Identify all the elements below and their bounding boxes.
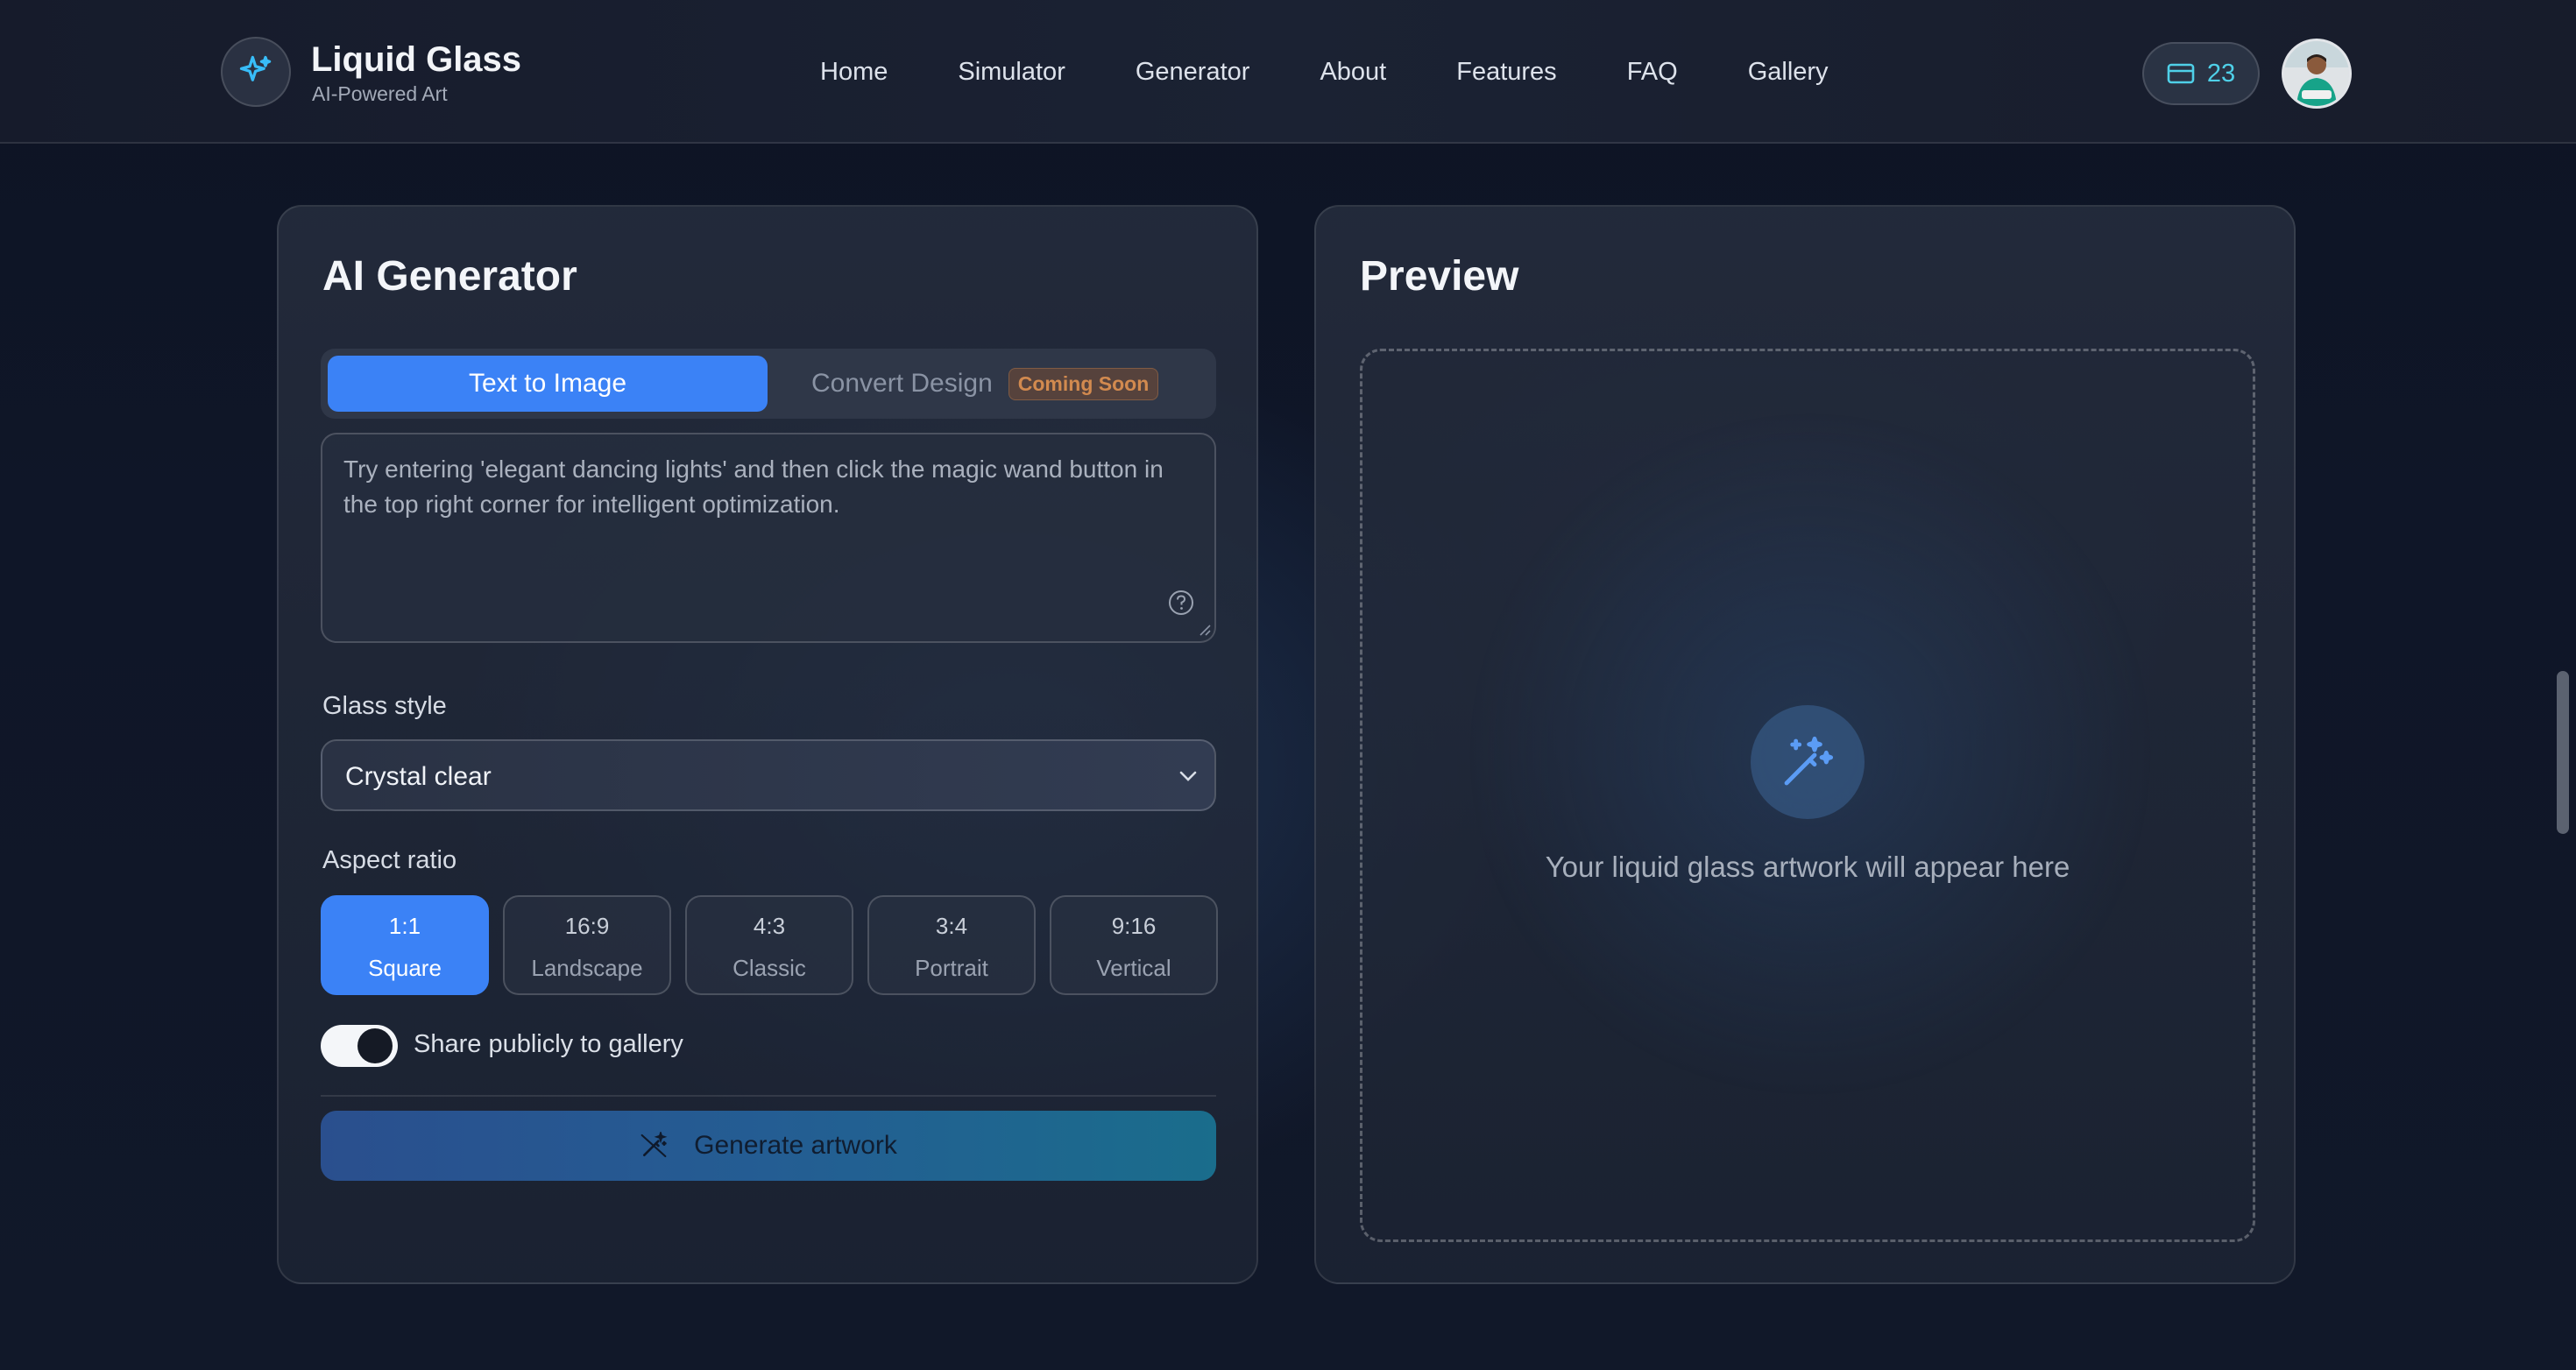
ratio-option-square[interactable]: 1:1 Square <box>321 895 489 995</box>
generate-label: Generate artwork <box>694 1131 897 1160</box>
coming-soon-badge: Coming Soon <box>1008 367 1159 400</box>
ratio-name: Square <box>368 955 442 981</box>
magic-wand-icon <box>640 1132 668 1158</box>
help-circle-icon[interactable] <box>1167 589 1195 617</box>
resize-handle-icon[interactable] <box>1197 622 1211 636</box>
ratio-option-classic[interactable]: 4:3 Classic <box>685 895 853 995</box>
nav-home[interactable]: Home <box>820 58 888 87</box>
logo[interactable] <box>221 37 291 107</box>
nav-generator[interactable]: Generator <box>1136 58 1250 87</box>
prompt-input[interactable] <box>321 433 1216 643</box>
sparkle-icon <box>239 55 272 81</box>
credits-button[interactable]: 23 <box>2142 42 2260 105</box>
ratio-name: Classic <box>732 955 806 981</box>
magic-wand-icon <box>1784 736 1834 786</box>
ratio-value: 3:4 <box>935 913 968 939</box>
credit-card-icon <box>2167 63 2195 84</box>
ratio-value: 4:3 <box>753 913 786 939</box>
ratio-name: Portrait <box>915 955 988 981</box>
glass-style-select[interactable]: Crystal clear <box>321 739 1216 811</box>
nav-simulator[interactable]: Simulator <box>958 58 1065 87</box>
credits-count: 23 <box>2206 59 2236 88</box>
ratio-value: 1:1 <box>388 913 421 939</box>
nav-faq[interactable]: FAQ <box>1627 58 1678 87</box>
generate-artwork-button[interactable]: Generate artwork <box>321 1111 1216 1181</box>
nav-features[interactable]: Features <box>1456 58 1556 87</box>
aspect-ratio-label: Aspect ratio <box>322 846 457 874</box>
generator-panel: AI Generator Text to Image Convert Desig… <box>277 205 1258 1284</box>
nav-about[interactable]: About <box>1320 58 1386 87</box>
ratio-value: 9:16 <box>1111 913 1157 939</box>
brand-subtitle: AI-Powered Art <box>312 82 448 105</box>
preview-panel: Preview Your liquid glass artwork will a… <box>1314 205 2296 1284</box>
top-navbar: Liquid Glass AI-Powered Art Home Simulat… <box>0 0 2576 144</box>
divider <box>321 1095 1216 1097</box>
avatar[interactable] <box>2282 39 2352 109</box>
ratio-value: 16:9 <box>564 913 610 939</box>
ratio-option-vertical[interactable]: 9:16 Vertical <box>1050 895 1218 995</box>
nav-gallery[interactable]: Gallery <box>1748 58 1829 87</box>
ratio-name: Landscape <box>531 955 643 981</box>
preview-title: Preview <box>1360 253 1519 300</box>
ratio-option-landscape[interactable]: 16:9 Landscape <box>503 895 671 995</box>
generator-title: AI Generator <box>322 253 577 300</box>
chevron-down-icon <box>1179 771 1197 781</box>
preview-icon-container <box>1751 705 1865 819</box>
page-scrollbar[interactable] <box>2557 671 2569 834</box>
tab-convert-design[interactable]: Convert Design Coming Soon <box>811 356 1159 412</box>
glass-style-value: Crystal clear <box>345 762 492 791</box>
preview-empty-text: Your liquid glass artwork will appear he… <box>1545 851 2070 883</box>
tab-text-to-image[interactable]: Text to Image <box>328 356 768 412</box>
brand-title[interactable]: Liquid Glass <box>311 40 521 80</box>
glass-style-label: Glass style <box>322 692 447 720</box>
tab-convert-design-label: Convert Design <box>811 369 993 398</box>
toggle-knob <box>357 1028 393 1063</box>
share-label: Share publicly to gallery <box>414 1030 683 1058</box>
share-toggle[interactable] <box>321 1025 398 1067</box>
user-avatar-icon <box>2284 41 2349 106</box>
ratio-name: Vertical <box>1096 955 1171 981</box>
mode-tabs: Text to Image Convert Design Coming Soon <box>321 349 1216 419</box>
ratio-option-portrait[interactable]: 3:4 Portrait <box>867 895 1036 995</box>
main-nav: Home Simulator Generator About Features … <box>820 58 1899 87</box>
preview-dropzone: Your liquid glass artwork will appear he… <box>1360 349 2255 1242</box>
